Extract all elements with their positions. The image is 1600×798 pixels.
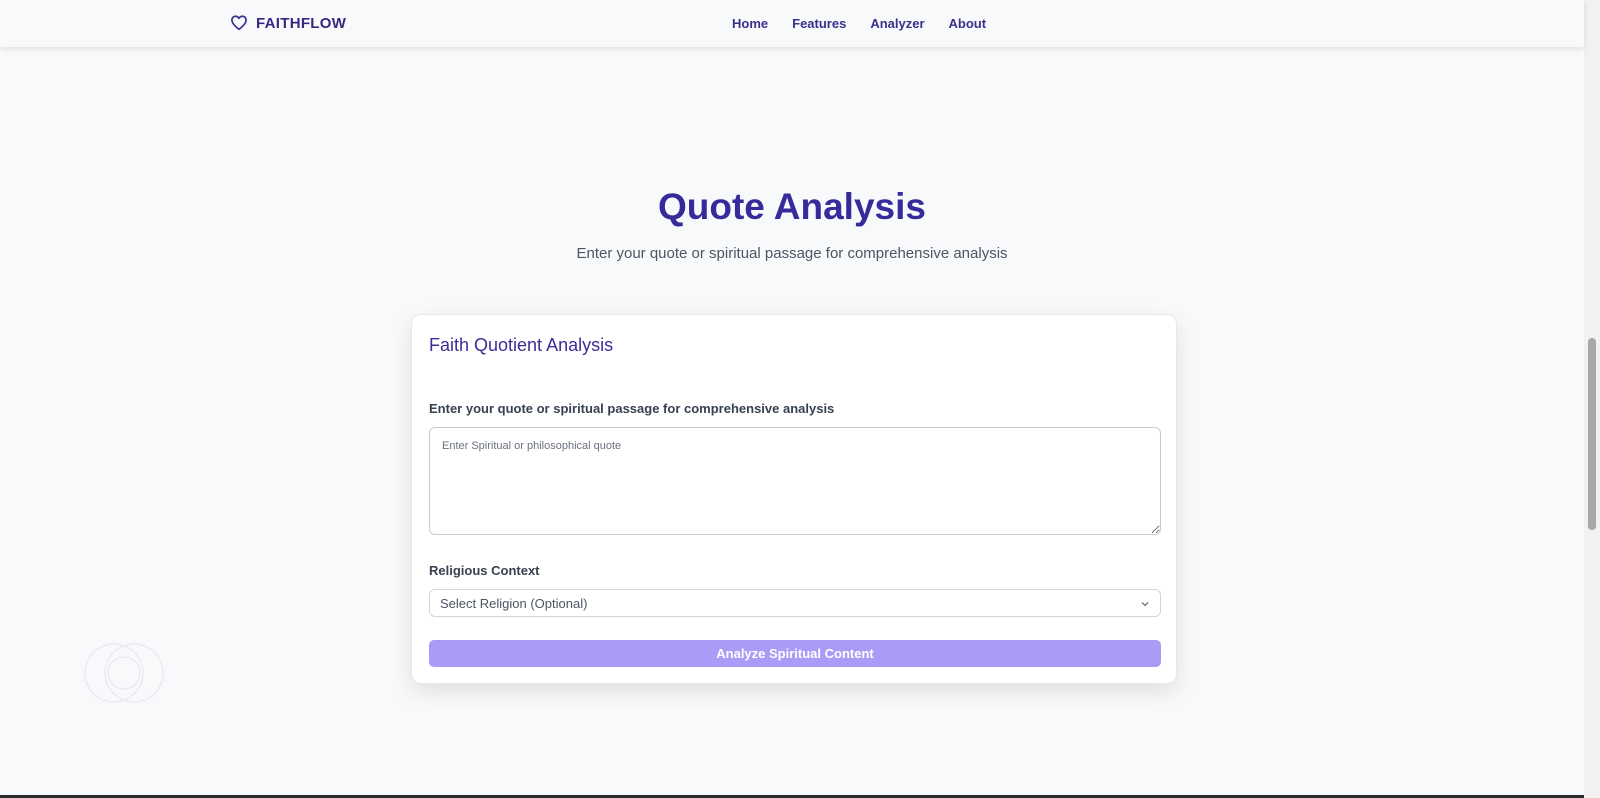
quote-textarea[interactable]: [429, 427, 1161, 535]
page-title: Quote Analysis: [658, 186, 926, 227]
religion-select-value: Select Religion (Optional): [440, 595, 588, 611]
nav-link-home[interactable]: Home: [732, 16, 768, 31]
analyze-button[interactable]: Analyze Spiritual Content: [429, 640, 1161, 667]
nav-link-about[interactable]: About: [949, 16, 987, 31]
nav-link-features[interactable]: Features: [792, 16, 846, 31]
main-nav: Home Features Analyzer About: [732, 16, 986, 31]
analysis-card: Faith Quotient Analysis Enter your quote…: [411, 314, 1177, 684]
religious-context-label: Religious Context: [429, 563, 540, 578]
chevron-down-icon: [1141, 602, 1149, 607]
vertical-scrollbar[interactable]: [1584, 0, 1600, 798]
page: FAITHFLOW Home Features Analyzer About Q…: [0, 0, 1600, 798]
top-navbar: FAITHFLOW Home Features Analyzer About: [0, 0, 1584, 47]
nav-link-analyzer[interactable]: Analyzer: [870, 16, 924, 31]
religion-select[interactable]: Select Religion (Optional): [429, 589, 1161, 617]
card-title: Faith Quotient Analysis: [429, 335, 614, 355]
scrollbar-thumb[interactable]: [1588, 338, 1596, 530]
decorative-circles: [84, 643, 164, 703]
brand-name: FAITHFLOW: [256, 14, 347, 32]
heart-icon: [231, 15, 247, 31]
page-subtitle: Enter your quote or spiritual passage fo…: [576, 245, 1008, 262]
quote-label: Enter your quote or spiritual passage fo…: [429, 401, 835, 416]
brand-logo[interactable]: FAITHFLOW: [230, 14, 346, 32]
